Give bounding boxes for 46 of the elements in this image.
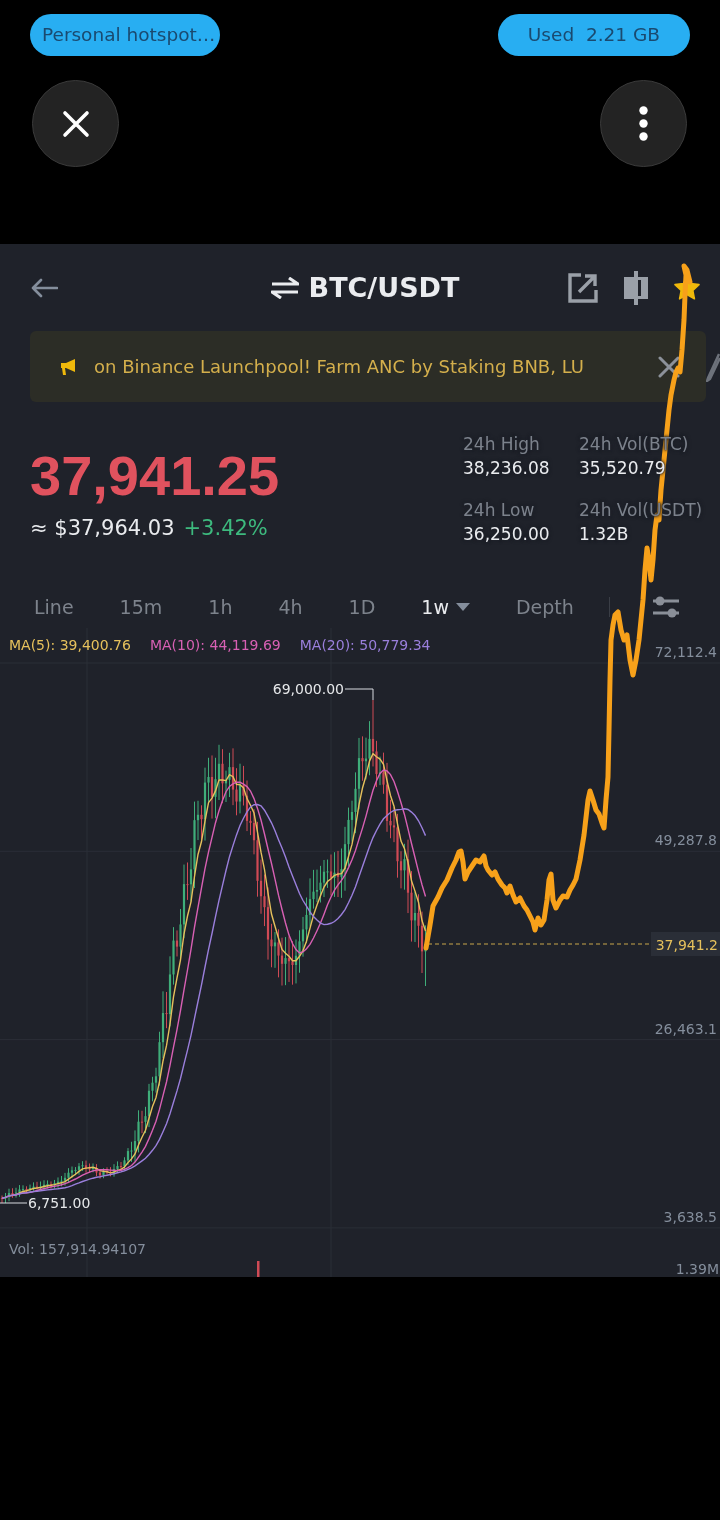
interval-tab[interactable]: Depth xyxy=(515,593,574,620)
stat-value: 1.32B xyxy=(579,523,629,546)
share-icon[interactable] xyxy=(568,272,598,303)
last-price-tag: 37,941.2 xyxy=(651,932,720,956)
price-axis-label: 26,463.1 xyxy=(654,1020,717,1037)
pair-title[interactable]: BTC/USDT xyxy=(308,272,460,303)
volume-label: Vol: 157,914.94107 xyxy=(9,1241,146,1257)
interval-tab[interactable]: 1D xyxy=(348,593,376,620)
last-price: 37,941.25 xyxy=(30,448,281,504)
volume-axis-label: 1.39M xyxy=(675,1261,719,1277)
ma-legend-label: MA(10): 44,119.69 xyxy=(149,636,281,655)
volume-bar xyxy=(257,1261,260,1277)
ma-legend-label: MA(20): 50,779.34 xyxy=(299,636,431,655)
hotspot-pill[interactable]: Personal hotspot… xyxy=(30,14,221,56)
candlestick-icon[interactable] xyxy=(622,270,650,305)
sliders-icon[interactable] xyxy=(651,594,680,619)
leader-line xyxy=(0,1202,28,1204)
price-axis-label: 72,112.4 xyxy=(654,644,717,660)
data-usage-pill[interactable]: Used 2.21 GB xyxy=(497,14,690,56)
fiat-price: ≈ $37,964.03 xyxy=(30,515,175,542)
interval-tab[interactable]: 15m xyxy=(119,593,163,620)
megaphone-icon xyxy=(60,358,78,375)
stat-label: 24h Low xyxy=(463,499,535,522)
interval-tab[interactable]: 1h xyxy=(208,593,233,620)
high-price-label: 69,000.00 xyxy=(272,681,344,697)
back-icon[interactable] xyxy=(30,277,58,298)
announcement-banner[interactable]: on Binance Launchpool! Farm ANC by Staking BNB, LU xyxy=(30,331,706,402)
leader-line xyxy=(344,688,374,701)
price-axis-label: 3,638.5 xyxy=(663,1208,717,1225)
interval-tab[interactable]: Line xyxy=(34,593,74,620)
price-change: +3.42% xyxy=(183,515,268,542)
stat-value: 36,250.00 xyxy=(463,523,550,546)
more-icon xyxy=(639,106,648,141)
low-price-label: 6,751.00 xyxy=(28,1195,91,1211)
stat-value: 38,236.08 xyxy=(463,457,550,480)
pencil-icon[interactable] xyxy=(706,351,720,382)
close-icon xyxy=(61,109,90,138)
interval-tab[interactable]: 1w xyxy=(421,593,470,620)
caret-icon xyxy=(455,602,470,611)
close-icon[interactable] xyxy=(658,355,680,378)
price-axis-label: 49,287.8 xyxy=(654,832,717,849)
swap-icon[interactable] xyxy=(270,276,299,299)
announcement-text[interactable]: on Binance Launchpool! Farm ANC by Staking BNB, LU xyxy=(94,356,642,377)
stat-label: 24h High xyxy=(463,433,540,456)
interval-tab[interactable]: 4h xyxy=(278,593,303,620)
ma-legend-label: MA(5): 39,400.76 xyxy=(9,636,131,655)
